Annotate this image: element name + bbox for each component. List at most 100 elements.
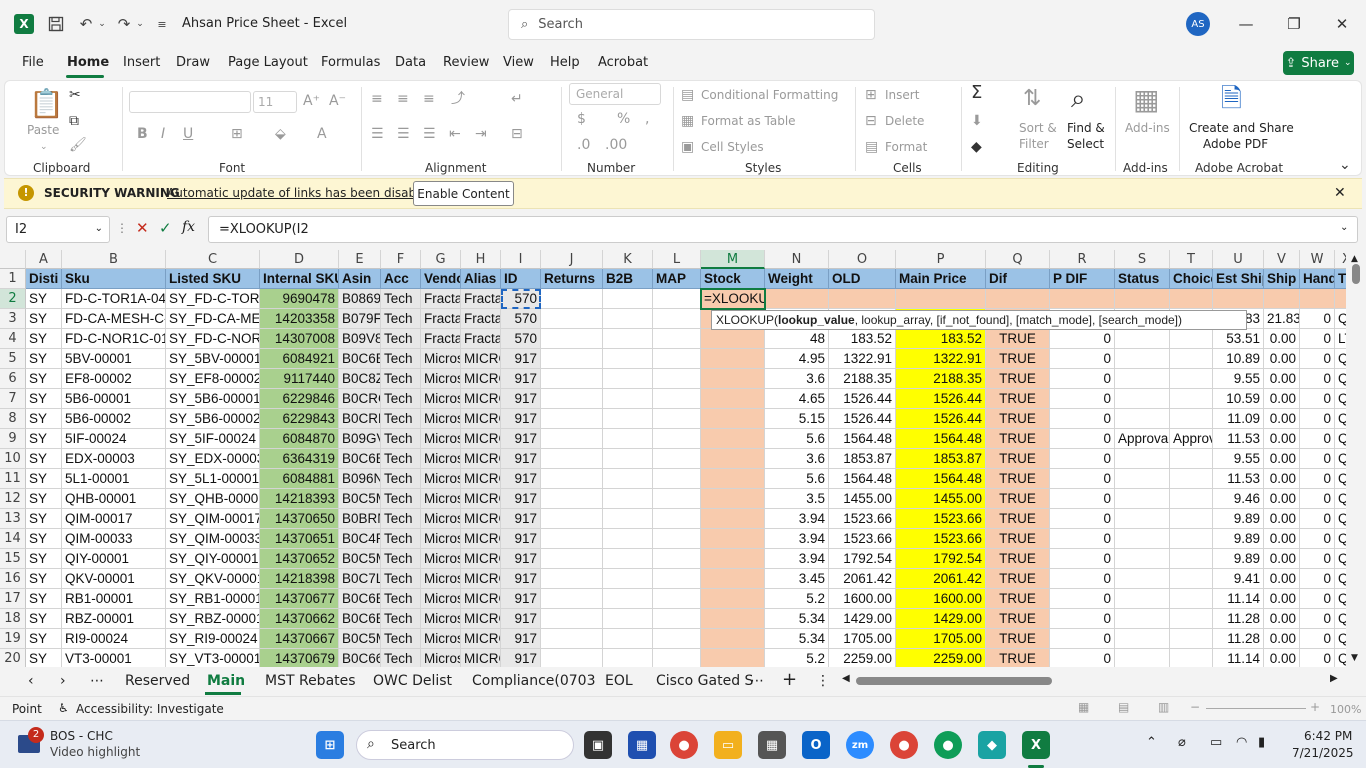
cell-e9[interactable]: B09GV9 [339,429,381,449]
menu-view[interactable]: View [503,55,534,70]
cell-b4[interactable]: FD-C-NOR1C-01 [62,329,166,349]
column-header-l[interactable]: L [653,250,701,269]
cell-l2[interactable] [653,289,701,309]
cell-j15[interactable] [541,549,603,569]
conditional-formatting-button[interactable]: Conditional Formatting [701,88,838,102]
clock-time[interactable]: 6:42 PM [1304,729,1352,743]
cell-n15[interactable]: 3.94 [765,549,829,569]
cell-c7[interactable]: SY_5B6-00001 [166,389,260,409]
cell-a4[interactable]: SY [26,329,62,349]
cell-s6[interactable] [1115,369,1170,389]
cell-u5[interactable]: 10.89 [1213,349,1264,369]
cell-k10[interactable] [603,449,653,469]
chrome-profile-2-icon[interactable]: ● [934,731,962,759]
formula-input[interactable]: =XLOOKUP(I2 [208,216,1358,243]
cell-e11[interactable]: B096N [339,469,381,489]
cell-r13[interactable]: 0 [1050,509,1115,529]
cell-x19[interactable]: Q [1335,629,1346,649]
cell-w20[interactable]: 0 [1300,649,1335,667]
cell-o18[interactable]: 1429.00 [829,609,896,629]
cell-s9[interactable]: Approval [1115,429,1170,449]
cell-c20[interactable]: SY_VT3-00001 [166,649,260,667]
cell-p15[interactable]: 1792.54 [896,549,986,569]
delete-cells-icon[interactable]: ⊟ [865,113,877,129]
cell-c11[interactable]: SY_5L1-00001 [166,469,260,489]
cell-s13[interactable] [1115,509,1170,529]
cell-m15[interactable] [701,549,765,569]
row-header-11[interactable]: 11 [0,469,26,489]
cell-m19[interactable] [701,629,765,649]
cell-n18[interactable]: 5.34 [765,609,829,629]
cell-m16[interactable] [701,569,765,589]
cell-n20[interactable]: 5.2 [765,649,829,667]
cell-styles-button[interactable]: Cell Styles [701,140,764,154]
cell-h7[interactable]: MICRO [461,389,501,409]
borders-icon[interactable]: ⊞ [231,126,243,142]
sheet-tab-owc-delist[interactable]: OWC Delist [373,673,452,689]
cell-t15[interactable] [1170,549,1213,569]
cell-u1[interactable]: Est Ship [1213,269,1264,289]
cell-r7[interactable]: 0 [1050,389,1115,409]
cell-x20[interactable]: Q [1335,649,1346,667]
column-header-a[interactable]: A [26,250,62,269]
cell-n16[interactable]: 3.45 [765,569,829,589]
cell-d1[interactable]: Internal SKU [260,269,339,289]
cell-a5[interactable]: SY [26,349,62,369]
cell-w9[interactable]: 0 [1300,429,1335,449]
cell-m4[interactable] [701,329,765,349]
cell-h3[interactable]: Fractal [461,309,501,329]
cell-o9[interactable]: 1564.48 [829,429,896,449]
cell-h18[interactable]: MICRO [461,609,501,629]
cell-p12[interactable]: 1455.00 [896,489,986,509]
sort-filter-icon[interactable]: ⇅ [1023,87,1041,111]
tooltip-function[interactable]: XLOOKUP( [716,313,778,327]
cell-d11[interactable]: 6084881 [260,469,339,489]
cell-w1[interactable]: Handling [1300,269,1335,289]
cell-g12[interactable]: Microsoft [421,489,461,509]
enable-content-button[interactable]: Enable Content [413,181,514,206]
cell-p18[interactable]: 1429.00 [896,609,986,629]
cell-q9[interactable]: TRUE [986,429,1050,449]
row-header-14[interactable]: 14 [0,529,26,549]
cell-e7[interactable]: B0CRG [339,389,381,409]
cell-m11[interactable] [701,469,765,489]
cell-s2[interactable] [1115,289,1170,309]
increase-decimal-icon[interactable]: .0 [577,137,590,153]
cell-q17[interactable]: TRUE [986,589,1050,609]
cell-m18[interactable] [701,609,765,629]
cell-o8[interactable]: 1526.44 [829,409,896,429]
cell-a20[interactable]: SY [26,649,62,667]
cell-k6[interactable] [603,369,653,389]
cell-l13[interactable] [653,509,701,529]
cell-w17[interactable]: 0 [1300,589,1335,609]
scroll-up-icon[interactable]: ▲ [1351,254,1358,264]
cell-i11[interactable]: 917 [501,469,541,489]
cell-o5[interactable]: 1322.91 [829,349,896,369]
cell-l18[interactable] [653,609,701,629]
cell-g20[interactable]: Microsoft [421,649,461,667]
cell-f9[interactable]: Tech [381,429,421,449]
cell-n9[interactable]: 5.6 [765,429,829,449]
cell-u2[interactable] [1213,289,1264,309]
cell-s18[interactable] [1115,609,1170,629]
cell-t9[interactable]: Approval [1170,429,1213,449]
app-icon[interactable]: ◆ [978,731,1006,759]
cell-e4[interactable]: B09V87 [339,329,381,349]
cell-v18[interactable]: 0.00 [1264,609,1300,629]
cell-m8[interactable] [701,409,765,429]
cell-q5[interactable]: TRUE [986,349,1050,369]
cell-p14[interactable]: 1523.66 [896,529,986,549]
cell-j10[interactable] [541,449,603,469]
cell-f1[interactable]: Acc [381,269,421,289]
row-header-1[interactable]: 1 [0,269,26,289]
zoom-slider[interactable] [1206,708,1306,709]
cell-r6[interactable]: 0 [1050,369,1115,389]
cell-v3[interactable]: 21.83 [1264,309,1300,329]
cell-j16[interactable] [541,569,603,589]
cell-s11[interactable] [1115,469,1170,489]
sort-filter-label-2[interactable]: Filter [1019,137,1049,151]
cell-k14[interactable] [603,529,653,549]
cell-k20[interactable] [603,649,653,667]
cell-h9[interactable]: MICRO [461,429,501,449]
cell-v5[interactable]: 0.00 [1264,349,1300,369]
